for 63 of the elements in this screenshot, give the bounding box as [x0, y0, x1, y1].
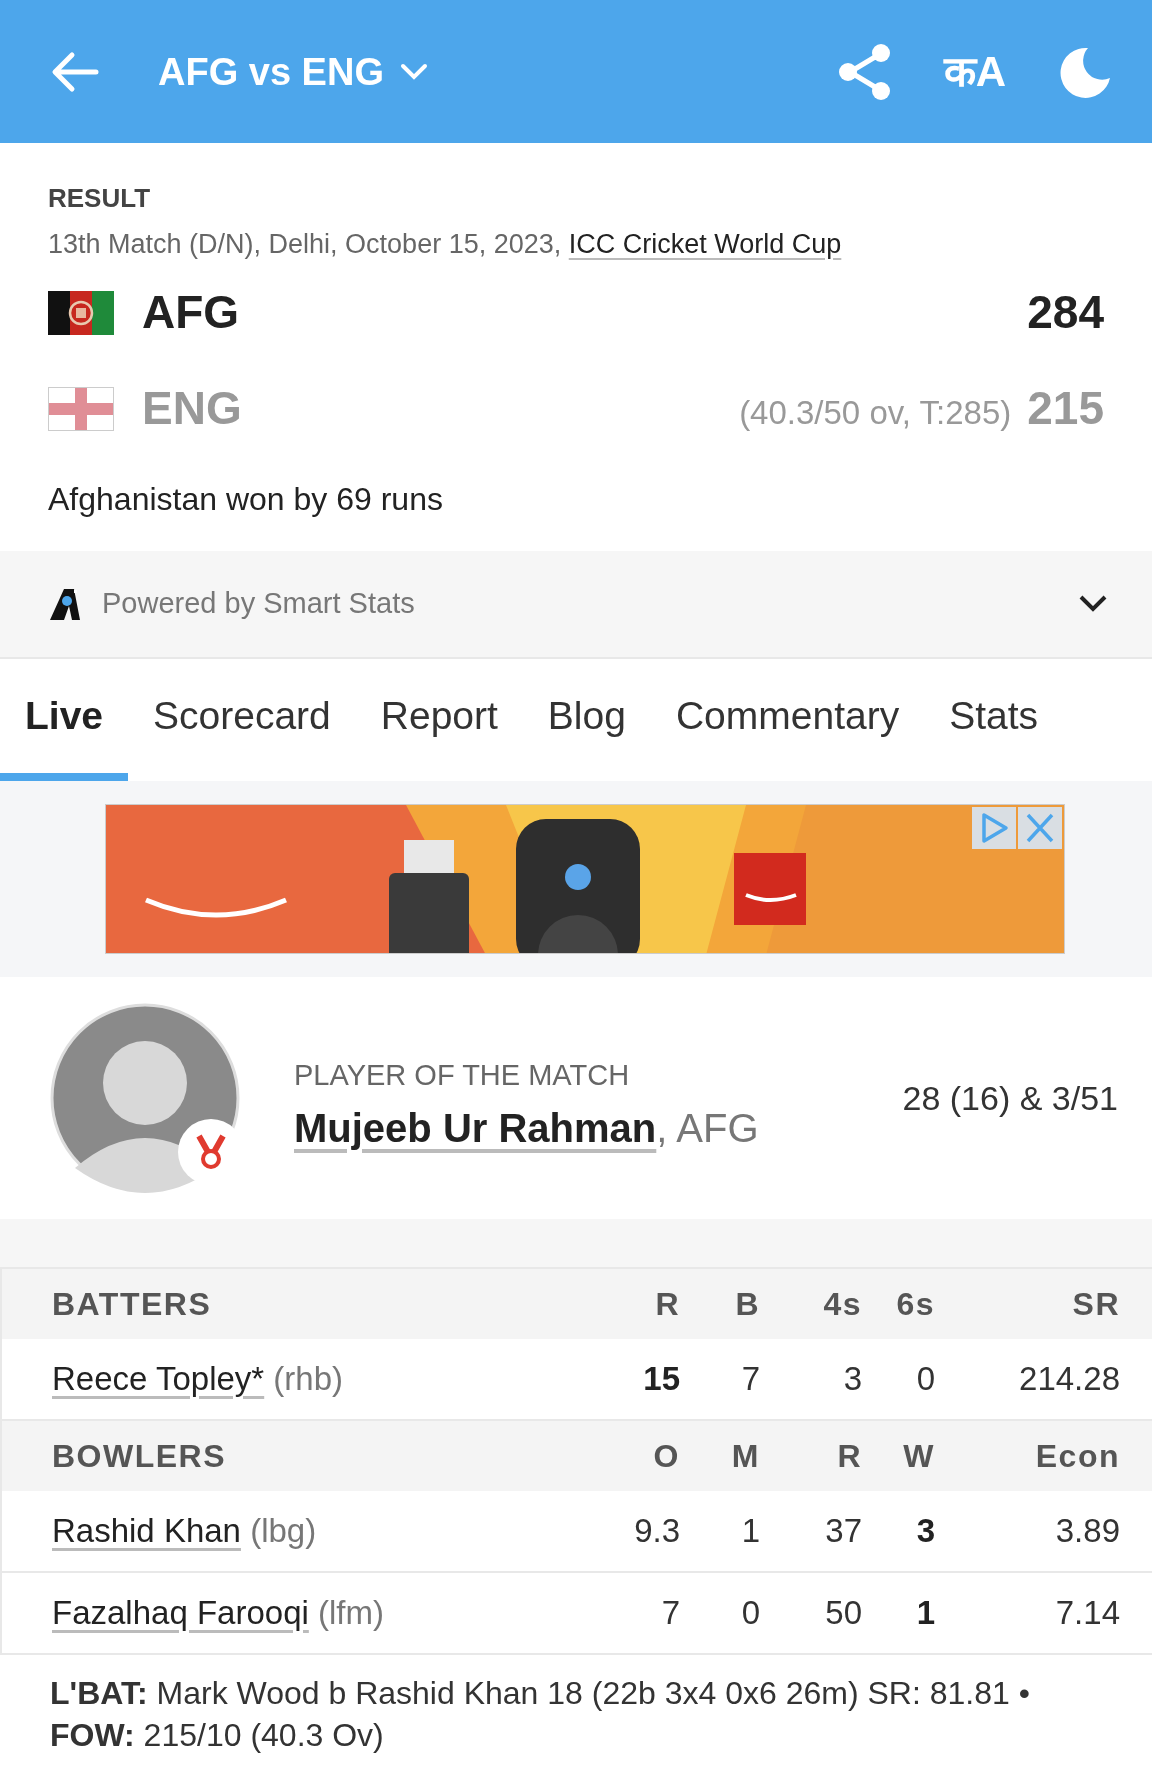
player-name-line: Mujeeb Ur Rahman, AFG — [294, 1104, 759, 1152]
tab[interactable]: Stats — [924, 659, 1064, 781]
chevron-icon[interactable] — [1078, 594, 1108, 614]
column-header: R — [836, 1437, 862, 1476]
smart-stats-icon — [48, 587, 82, 621]
column-header: Econ — [1034, 1437, 1120, 1476]
column-header: B — [734, 1285, 760, 1324]
table-cell-text: 1 — [740, 1511, 760, 1552]
table-cell-text: 7 — [660, 1593, 680, 1634]
tab[interactable]: Blog — [522, 659, 651, 781]
ad-choices-icon[interactable] — [972, 807, 1016, 849]
smart-stats-bar[interactable]: Powered by Smart Stats — [0, 551, 1152, 659]
column-header: R — [654, 1285, 680, 1324]
team-score: 215 — [1027, 381, 1104, 436]
team-score: 284 — [1027, 285, 1104, 340]
series-link[interactable]: ICC Cricket World Cup — [568, 229, 842, 259]
flag-icon — [48, 290, 114, 335]
column-header: SR — [1071, 1285, 1120, 1324]
back-button[interactable] — [50, 50, 100, 93]
table-cell-text: 3.89 — [1054, 1511, 1120, 1552]
player-figures: 28 (16) & 3/51 — [902, 1077, 1118, 1119]
table-cell-text: 9.3 — [633, 1511, 680, 1552]
chevron-icon — [399, 62, 428, 81]
table-cell-text: 3 — [842, 1359, 862, 1400]
player-cell-text: Rashid Khan (lbg) — [51, 1511, 318, 1552]
result-label: RESULT — [48, 182, 152, 215]
player-link[interactable]: Mujeeb Ur Rahman — [294, 1105, 657, 1150]
close-icon[interactable] — [1018, 807, 1062, 849]
table-cell-text: 7.14 — [1054, 1593, 1120, 1634]
team-name: AFG — [142, 285, 240, 340]
player-link[interactable]: Reece Topley* — [52, 1360, 265, 1398]
table-cell-text: 3 — [915, 1511, 935, 1552]
column-header: O — [652, 1437, 680, 1476]
table-cell-text: 0 — [740, 1593, 760, 1634]
match-info: 13th Match (D/N), Delhi, October 15, 2023, ICC Cricket World Cup — [48, 228, 843, 261]
column-header: W — [902, 1437, 935, 1476]
team-name: ENG — [142, 381, 242, 436]
player-cell-text: Fazalhaq Farooqi (lfm) — [51, 1593, 385, 1634]
column-header: 4s — [822, 1285, 862, 1324]
player-link[interactable]: Fazalhaq Farooqi — [52, 1594, 309, 1632]
player-cell-text: Reece Topley* (rhb) — [51, 1359, 345, 1400]
column-header: BOWLERS — [51, 1437, 228, 1476]
share-icon[interactable] — [837, 42, 892, 101]
overs-info: (40.3/50 ov, T:285) — [739, 393, 1012, 433]
tab[interactable]: Scorecard — [128, 659, 356, 781]
column-header: 6s — [895, 1285, 935, 1324]
table-cell-text: 37 — [824, 1511, 862, 1552]
tab[interactable]: Report — [355, 659, 523, 781]
table-cell-text: 50 — [824, 1593, 862, 1634]
award-label: PLAYER OF THE MATCH — [294, 1058, 631, 1094]
tab[interactable]: Commentary — [650, 659, 925, 781]
table-cell-text: 0 — [915, 1359, 935, 1400]
table-cell-text: 15 — [642, 1359, 680, 1400]
column-header: BATTERS — [51, 1285, 213, 1324]
player-link[interactable]: Rashid Khan — [52, 1512, 241, 1550]
column-header: M — [730, 1437, 760, 1476]
table-cell-text: 1 — [915, 1593, 935, 1634]
table-cell-text: 7 — [740, 1359, 760, 1400]
flag-icon — [48, 386, 114, 431]
table-cell-text: 214.28 — [1018, 1359, 1120, 1400]
result-summary: Afghanistan won by 69 runs — [48, 479, 444, 519]
last-batter-info: L'BAT: Mark Wood b Rashid Khan 18 (22b 3x4 0x6 26m) SR: 81.81 • FOW: 215/10 (40.3 Ov) — [49, 1674, 1031, 1755]
smart-stats-label: Powered by Smart Stats — [102, 586, 415, 622]
